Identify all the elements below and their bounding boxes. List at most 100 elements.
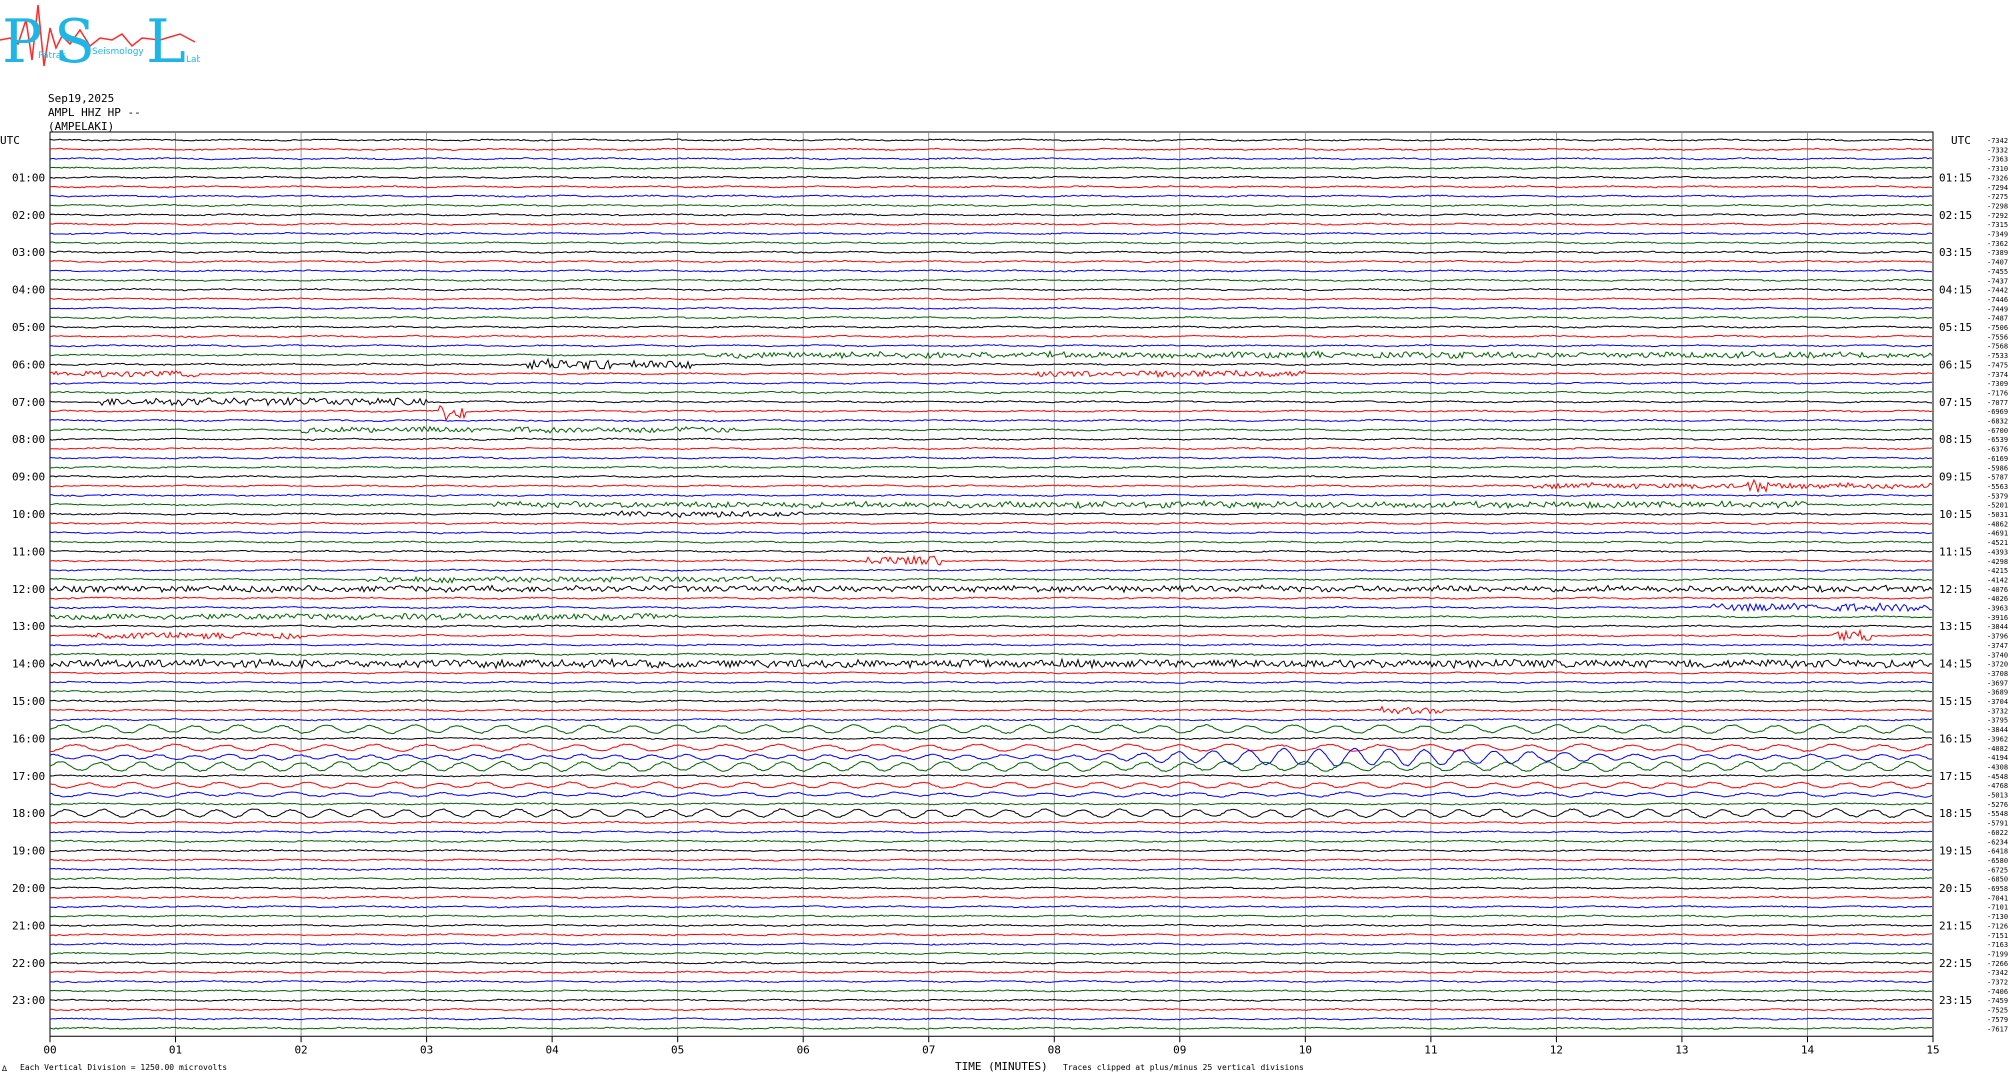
trace-offset-label: -5276 [1987, 801, 2008, 809]
right-hour-label: 10:15 [1939, 508, 1972, 521]
x-tick-label: 05 [671, 1043, 684, 1056]
trace-offset-label: -7506 [1987, 324, 2008, 332]
x-tick-label: 00 [43, 1043, 56, 1056]
trace-offset-label: -7449 [1987, 305, 2008, 313]
trace-offset-label: -7459 [1987, 997, 2008, 1005]
trace-line [49, 456, 1933, 460]
trace-offset-label: -7442 [1987, 287, 2008, 295]
left-hour-label: 14:00 [12, 658, 45, 671]
left-hour-label: 06:00 [12, 358, 45, 371]
trace-offset-label: -7406 [1987, 988, 2008, 996]
trace-offset-label: -7617 [1987, 1025, 2008, 1033]
right-hour-label: 15:15 [1939, 695, 1972, 708]
trace-offset-label: -7525 [1987, 1007, 2008, 1015]
trace-offset-label: -7101 [1987, 904, 2008, 912]
right-hour-label: 13:15 [1939, 620, 1972, 633]
trace-offset-label: -7332 [1987, 146, 2008, 154]
trace-line [49, 493, 1933, 497]
trace-offset-label: -7579 [1987, 1016, 2008, 1024]
trace-line [49, 369, 1933, 379]
trace-line [49, 396, 1933, 407]
trace-offset-label: -7298 [1987, 202, 2008, 210]
left-hour-label: 07:00 [12, 396, 45, 409]
right-hour-label: 08:15 [1939, 433, 1972, 446]
trace-offset-label: -4521 [1987, 539, 2008, 547]
trace-line [49, 933, 1933, 937]
trace-offset-label: -4026 [1987, 595, 2008, 603]
x-tick-label: 08 [1048, 1043, 1061, 1056]
left-hour-label: 15:00 [12, 695, 45, 708]
trace-line [49, 989, 1933, 993]
trace-offset-label: -3796 [1987, 633, 2008, 641]
left-hour-label: 05:00 [12, 321, 45, 334]
trace-offset-label: -4548 [1987, 773, 2008, 781]
trace-offset-label: -5201 [1987, 502, 2008, 510]
trace-line [49, 802, 1933, 806]
trace-offset-label: -6850 [1987, 876, 2008, 884]
trace-offset-label: -6539 [1987, 436, 2008, 444]
trace-line [49, 723, 1932, 735]
right-hour-label: 03:15 [1939, 246, 1972, 259]
trace-line [49, 147, 1933, 151]
trace-line [49, 278, 1933, 282]
trace-offset-label: -3704 [1987, 698, 2008, 706]
trace-offset-label: -7374 [1987, 371, 2008, 379]
right-hour-label: 14:15 [1939, 658, 1972, 671]
trace-line [49, 1026, 1933, 1030]
trace-offset-label: -7077 [1987, 399, 2008, 407]
trace-offset-label: -5791 [1987, 820, 2008, 828]
x-tick-label: 07 [922, 1043, 935, 1056]
trace-line [49, 942, 1932, 946]
trace-line [49, 858, 1933, 862]
footer-right-note: Traces clipped at plus/minus 25 vertical… [1063, 1063, 1304, 1072]
trace-offset-label: -6832 [1987, 418, 2008, 426]
left-hour-label: 04:00 [12, 284, 45, 297]
trace-offset-label: -3844 [1987, 623, 2008, 631]
x-tick-label: 02 [294, 1043, 307, 1056]
x-tick-label: 06 [797, 1043, 810, 1056]
helicorder-plot: 00 01 02 03 04 05 06 07 08 09 10 11 12 13 14 15-7342-73… [0, 131, 2008, 1056]
trace-line [49, 568, 1933, 572]
trace-line [49, 998, 1933, 1002]
left-hour-label: 16:00 [12, 732, 45, 745]
trace-offset-label: -3689 [1987, 689, 2008, 697]
trace-line [49, 357, 1932, 371]
trace-offset-label: -4076 [1987, 586, 2008, 594]
trace-line [49, 979, 1932, 984]
right-hour-label: 21:15 [1939, 919, 1972, 932]
trace-offset-label: -5013 [1987, 792, 2008, 800]
trace-offset-label: -7176 [1987, 389, 2008, 397]
trace-line [49, 474, 1933, 479]
right-hour-label: 01:15 [1939, 171, 1972, 184]
trace-offset-label: -6376 [1987, 446, 2008, 454]
trace-offset-label: -3708 [1987, 670, 2008, 678]
right-hour-label: 18:15 [1939, 807, 1972, 820]
trace-line [49, 895, 1933, 899]
left-hour-label: 19:00 [12, 845, 45, 858]
trace-line [49, 259, 1933, 264]
trace-offset-label: -4862 [1987, 520, 2008, 528]
trace-offset-label: -4393 [1987, 548, 2008, 556]
trace-offset-label: -5379 [1987, 492, 2008, 500]
trace-offset-label: -7326 [1987, 174, 2008, 182]
trace-offset-label: -3732 [1987, 707, 2008, 715]
right-hour-label: 11:15 [1939, 545, 1972, 558]
trace-line [49, 643, 1933, 647]
trace-line [49, 418, 1933, 423]
right-hour-label: 09:15 [1939, 471, 1972, 484]
trace-offset-label: -3697 [1987, 679, 2008, 687]
trace-offset-label: -7446 [1987, 296, 2008, 304]
right-hour-label: 17:15 [1939, 770, 1972, 783]
trace-offset-label: -3720 [1987, 661, 2008, 669]
trace-line [49, 923, 1933, 928]
left-hour-label: 18:00 [12, 807, 45, 820]
trace-line [49, 287, 1933, 292]
trace-line [49, 612, 1933, 622]
trace-offset-label: -7310 [1987, 165, 2008, 173]
trace-offset-label: -6725 [1987, 866, 2008, 874]
trace-offset-label: -5787 [1987, 474, 2008, 482]
right-hour-label: 19:15 [1939, 845, 1972, 858]
trace-line [49, 877, 1933, 881]
trace-line [49, 808, 1933, 819]
trace-line [49, 437, 1933, 441]
